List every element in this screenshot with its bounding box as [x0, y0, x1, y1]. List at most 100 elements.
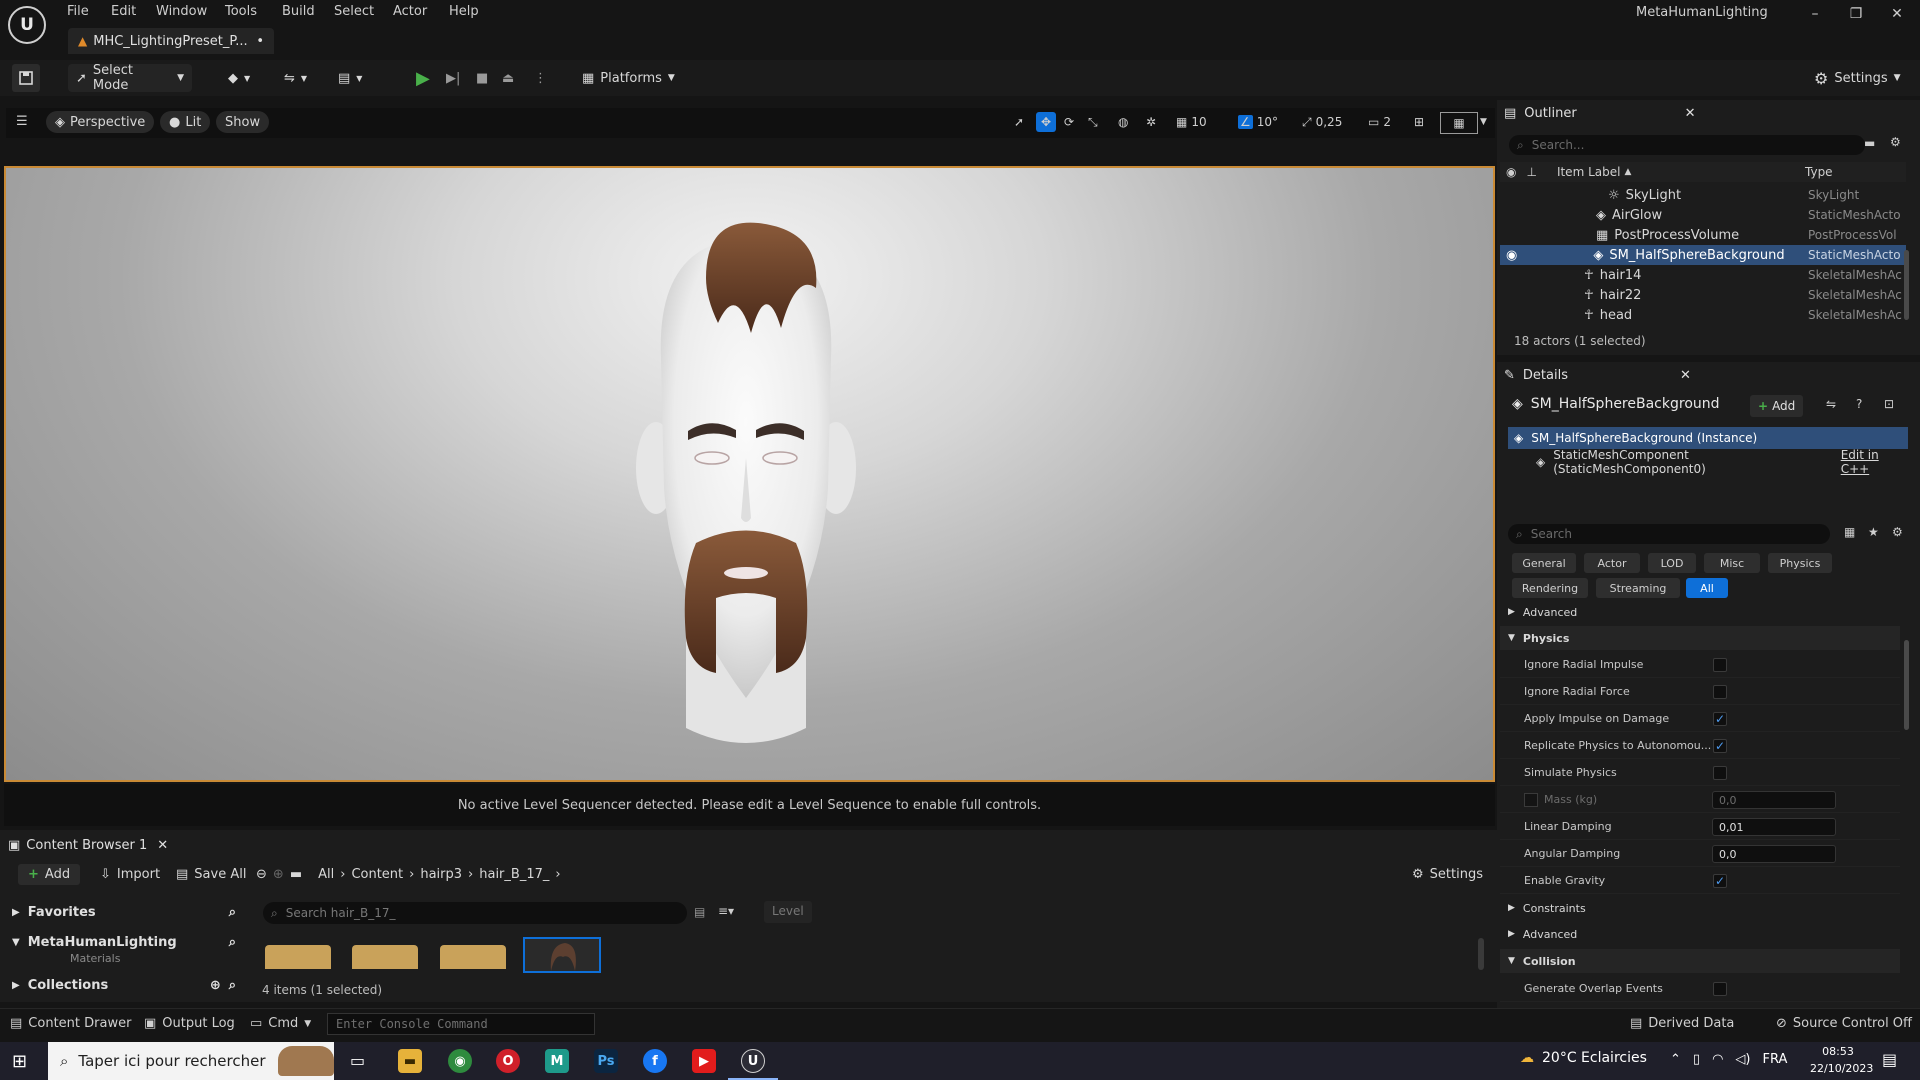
lock-icon[interactable]: ⊡ — [1884, 397, 1894, 411]
edit-cpp-link[interactable]: Edit in C++ — [1841, 448, 1908, 476]
content-browser-tab[interactable]: ▣ Content Browser 1 ✕ — [0, 834, 168, 856]
physics-section[interactable]: ▼ Physics — [1500, 626, 1900, 650]
filter-lod[interactable]: LOD — [1648, 553, 1696, 573]
chevron-down-icon[interactable]: ▼ — [1480, 112, 1487, 132]
collision-section[interactable]: ▼ Collision — [1500, 949, 1900, 973]
details-scrollbar[interactable] — [1904, 640, 1909, 730]
settings-dropdown[interactable]: ⚙ Settings ▼ — [1814, 64, 1901, 92]
add-folder-icon[interactable]: ▬ — [1864, 136, 1875, 150]
save-icon[interactable] — [12, 64, 40, 92]
item-label-column[interactable]: Item Label — [1557, 165, 1621, 179]
task-view-icon[interactable]: ▭ — [350, 1051, 365, 1070]
content-drawer-button[interactable]: ▤ Content Drawer — [10, 1016, 131, 1031]
outliner-scrollbar[interactable] — [1904, 250, 1909, 320]
scale-tool-icon[interactable]: ⤡ — [1088, 112, 1098, 132]
close-icon[interactable]: ✕ — [1680, 368, 1691, 383]
prop-checkbox[interactable] — [1713, 982, 1727, 996]
cb-scrollbar[interactable] — [1478, 938, 1484, 970]
viewport-options-icon[interactable]: ☰ — [16, 114, 28, 129]
filter-general[interactable]: General — [1512, 553, 1576, 573]
close-window-button[interactable]: ✕ — [1882, 6, 1912, 28]
constraints-section[interactable]: ▶ Constraints — [1500, 896, 1900, 920]
gear-icon[interactable]: ⚙ — [1890, 135, 1901, 149]
level-filter-chip[interactable]: Level — [764, 901, 812, 923]
outliner-row-selected[interactable]: ◉ ◈ SM_HalfSphereBackground StaticMeshAc… — [1500, 245, 1906, 265]
blueprint-icon[interactable]: ⇋ — [1826, 397, 1836, 411]
outliner-row[interactable]: ☼ SkyLight SkyLight — [1500, 185, 1906, 205]
menu-actor[interactable]: Actor — [393, 4, 427, 19]
menu-tools[interactable]: Tools — [225, 4, 257, 19]
checkmark-icon[interactable]: ✓ — [1713, 874, 1727, 888]
back-icon[interactable]: ⊖ — [256, 867, 267, 882]
play-button[interactable]: ▶ — [416, 64, 430, 92]
taskbar-search-box[interactable]: ⌕ Taper ici pour rechercher — [48, 1042, 334, 1080]
breadcrumb-hair-b-17[interactable]: hair_B_17_ — [479, 867, 549, 882]
show-button[interactable]: Show — [216, 111, 270, 133]
project-section[interactable]: ▼ MetaHumanLighting ⌕ — [12, 935, 236, 950]
filter-icon[interactable]: ≡▾ — [718, 904, 734, 918]
menu-select[interactable]: Select — [334, 4, 374, 19]
unreal-logo-icon[interactable]: U — [8, 6, 46, 44]
close-icon[interactable]: ✕ — [1685, 106, 1696, 121]
platforms-dropdown[interactable]: ▦ Platforms ▼ — [582, 64, 675, 92]
outliner-row[interactable]: ☥ hair22 SkeletalMeshAc — [1500, 285, 1906, 305]
search-icon[interactable]: ⌕ — [229, 978, 236, 993]
table-view-icon[interactable]: ▦ — [1844, 525, 1855, 539]
breadcrumb-hairp3[interactable]: hairp3 — [420, 867, 462, 882]
blueprint-icon[interactable]: ⇋ ▼ — [284, 64, 307, 92]
outliner-row[interactable]: ▦ PostProcessVolume PostProcessVol — [1500, 225, 1906, 245]
output-log-button[interactable]: ▣ Output Log — [144, 1016, 235, 1031]
star-icon[interactable]: ★ — [1868, 525, 1879, 539]
mass-input[interactable]: 0,0 — [1712, 791, 1836, 809]
prop-checkbox[interactable] — [1713, 766, 1727, 780]
menu-window[interactable]: Window — [156, 4, 207, 19]
materials-folder[interactable]: Materials — [70, 952, 120, 965]
advanced-physics-section[interactable]: ▶ Advanced — [1500, 922, 1900, 946]
search-icon[interactable]: ⌕ — [229, 905, 236, 920]
menu-help[interactable]: Help — [449, 4, 479, 19]
cb-save-all-button[interactable]: ▤ Save All — [176, 867, 246, 882]
chevron-up-icon[interactable]: ⌃ — [1670, 1052, 1681, 1067]
file-explorer-icon[interactable]: ▬ — [398, 1049, 422, 1073]
angular-damping-input[interactable]: 0,0 — [1712, 845, 1836, 863]
surface-snap-icon[interactable]: ✲ — [1146, 112, 1156, 132]
opera-icon[interactable]: O — [496, 1049, 520, 1073]
select-mode-dropdown[interactable]: ➚ Select Mode ▼ — [68, 63, 192, 93]
outliner-row[interactable]: ◈ AirGlow StaticMeshActo — [1500, 205, 1906, 225]
rotate-tool-icon[interactable]: ⟳ — [1064, 112, 1074, 132]
add-content-icon[interactable]: ◆ ▼ — [228, 64, 250, 92]
folder-thumbnail[interactable] — [265, 945, 331, 969]
type-column[interactable]: Type — [1805, 165, 1833, 179]
photoshop-icon[interactable]: Ps — [594, 1049, 618, 1073]
visibility-icon[interactable]: ◉ — [1506, 248, 1517, 263]
translate-tool-icon[interactable]: ✥ — [1036, 112, 1056, 132]
breadcrumb-all[interactable]: All — [318, 867, 334, 882]
folder-thumbnail[interactable] — [440, 945, 506, 969]
cmd-dropdown[interactable]: ▭ Cmd ▼ — [250, 1016, 311, 1031]
folder-thumbnail[interactable] — [352, 945, 418, 969]
perspective-button[interactable]: ◈ Perspective — [46, 111, 155, 133]
clock[interactable]: 08:53 22/10/2023 — [1810, 1043, 1873, 1077]
windows-start-icon[interactable]: ⊞ — [12, 1051, 27, 1072]
outliner-row[interactable]: ☥ hair14 SkeletalMeshAc — [1500, 265, 1906, 285]
filter-all[interactable]: All — [1686, 578, 1728, 598]
cb-settings-button[interactable]: ⚙ Settings — [1412, 867, 1483, 882]
filter-streaming[interactable]: Streaming — [1596, 578, 1680, 598]
viewport-layout-icon[interactable]: ▦ — [1440, 112, 1478, 134]
checkmark-icon[interactable]: ✓ — [1713, 739, 1727, 753]
visibility-icon[interactable]: ◉ — [1506, 165, 1516, 179]
outliner-tab[interactable]: ▤ Outliner ✕ — [1504, 100, 1696, 126]
close-icon[interactable]: ✕ — [157, 838, 168, 853]
gear-icon[interactable]: ⚙ — [1892, 525, 1903, 539]
notifications-icon[interactable]: ▤ — [1882, 1050, 1897, 1069]
advanced-section[interactable]: ▶ Advanced — [1500, 600, 1900, 624]
volume-icon[interactable]: ◁) — [1735, 1052, 1750, 1067]
prop-checkbox[interactable] — [1713, 685, 1727, 699]
menu-build[interactable]: Build — [282, 4, 315, 19]
grid-snap-button[interactable]: ▦ 10 — [1176, 112, 1207, 132]
chrome-icon[interactable]: ◉ — [448, 1049, 472, 1073]
source-control-button[interactable]: ⊘ Source Control Off — [1776, 1016, 1912, 1031]
wifi-icon[interactable]: ◠ — [1712, 1052, 1723, 1067]
lit-button[interactable]: ● Lit — [160, 111, 211, 133]
hair-asset-thumbnail[interactable] — [523, 937, 601, 973]
